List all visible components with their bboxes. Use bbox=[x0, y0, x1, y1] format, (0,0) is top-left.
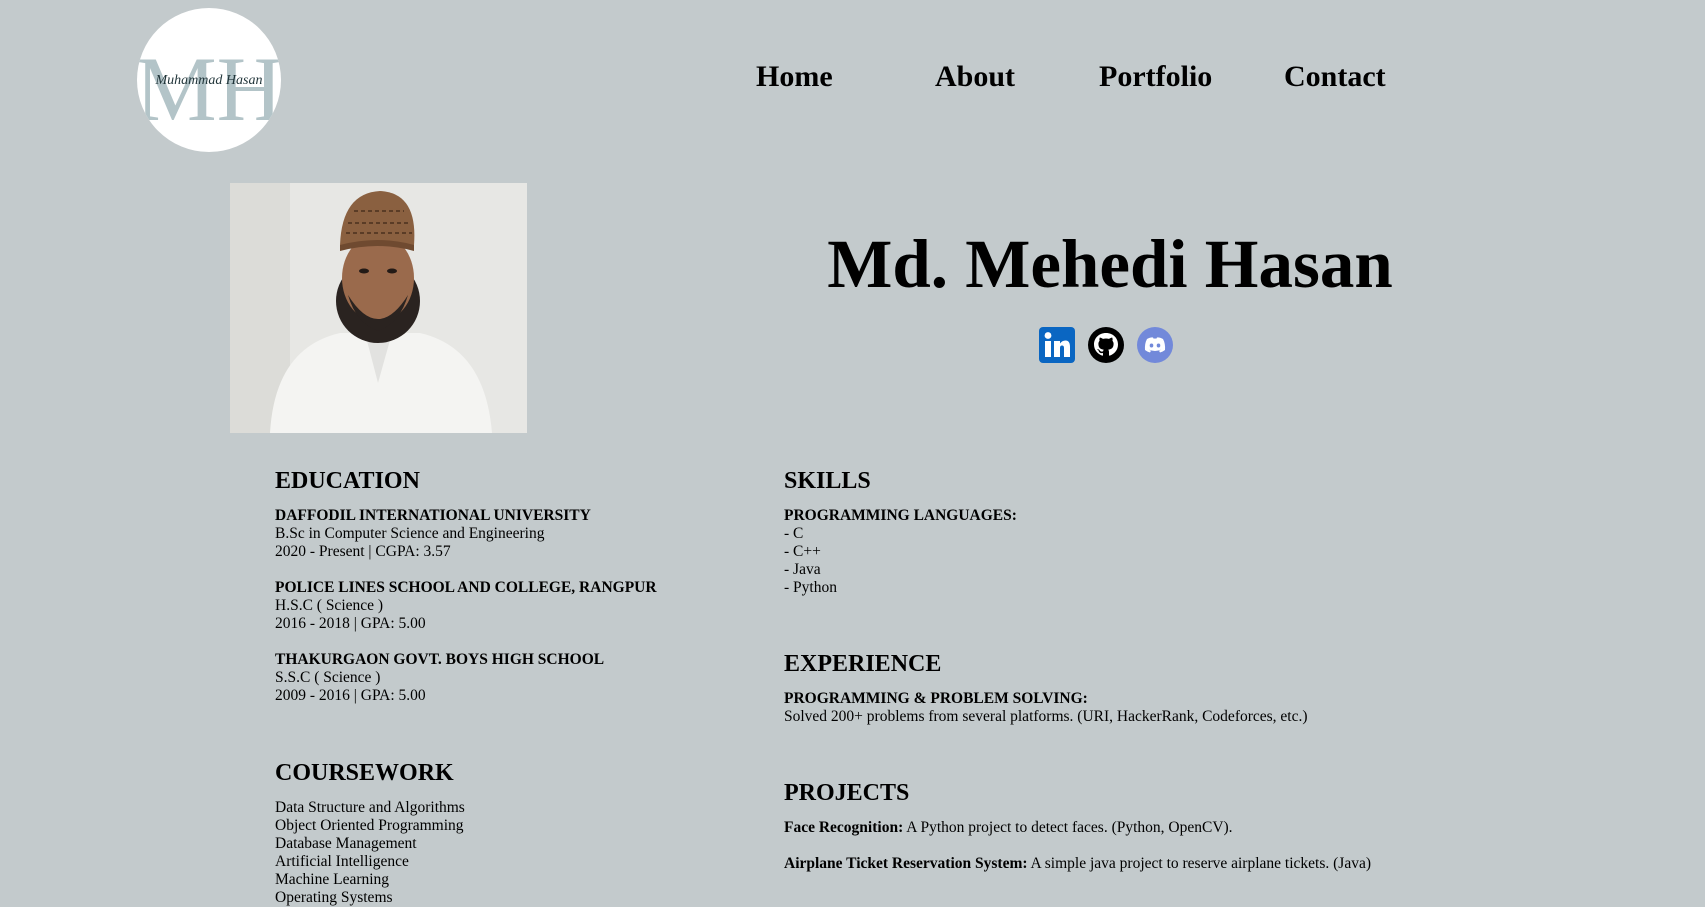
experience-subheading: PROGRAMMING & PROBLEM SOLVING: bbox=[784, 690, 1088, 707]
nav-portfolio-link[interactable]: Portfolio bbox=[1099, 60, 1212, 94]
education-period-score: 2020 - Present | CGPA: 3.57 bbox=[275, 543, 451, 560]
right-column: SKILLS PROGRAMMING LANGUAGES: - C - C++ … bbox=[784, 467, 1484, 891]
nav-home-link[interactable]: Home bbox=[756, 60, 833, 94]
main-nav: Home About Portfolio Contact bbox=[0, 60, 1705, 100]
project-title: Airplane Ticket Reservation System: bbox=[784, 855, 1028, 872]
skill-item: - Python bbox=[784, 579, 837, 596]
project-item: Face Recognition: A Python project to de… bbox=[784, 819, 1484, 837]
education-school: THAKURGAON GOVT. BOYS HIGH SCHOOL bbox=[275, 651, 605, 668]
profile-name: Md. Mehedi Hasan bbox=[827, 226, 1393, 302]
coursework-item: Operating Systems bbox=[275, 889, 393, 906]
coursework-heading: COURSEWORK bbox=[275, 760, 454, 786]
skill-item: - C bbox=[784, 525, 804, 542]
coursework-item: Machine Learning bbox=[275, 871, 390, 888]
discord-icon[interactable] bbox=[1136, 326, 1174, 364]
experience-heading: EXPERIENCE bbox=[784, 651, 942, 677]
education-school: DAFFODIL INTERNATIONAL UNIVERSITY bbox=[275, 507, 591, 524]
coursework-item: Object Oriented Programming bbox=[275, 817, 464, 834]
project-desc: A Python project to detect faces. (Pytho… bbox=[903, 819, 1233, 836]
skill-item: - Java bbox=[784, 561, 821, 578]
coursework-item: Database Management bbox=[275, 835, 417, 852]
education-period: 2020 - Present bbox=[275, 543, 365, 560]
skills-heading: SKILLS bbox=[784, 468, 871, 494]
nav-about-link[interactable]: About bbox=[935, 60, 1015, 94]
education-score: CGPA: 3.57 bbox=[375, 543, 451, 560]
education-entry: DAFFODIL INTERNATIONAL UNIVERSITY B.Sc i… bbox=[275, 507, 735, 561]
education-school: POLICE LINES SCHOOL AND COLLEGE, RANGPUR bbox=[275, 579, 657, 596]
education-period: 2009 - 2016 bbox=[275, 687, 350, 704]
education-entry: THAKURGAON GOVT. BOYS HIGH SCHOOL S.S.C … bbox=[275, 651, 735, 705]
education-score: GPA: 5.00 bbox=[360, 687, 426, 704]
education-score: GPA: 5.00 bbox=[360, 615, 426, 632]
project-title: Face Recognition: bbox=[784, 819, 904, 836]
projects-heading: PROJECTS bbox=[784, 780, 910, 806]
skills-subheading: PROGRAMMING LANGUAGES: bbox=[784, 507, 1017, 524]
profile-photo bbox=[230, 183, 527, 433]
nav-contact-link[interactable]: Contact bbox=[1284, 60, 1386, 94]
education-degree: H.S.C ( Science ) bbox=[275, 597, 384, 614]
education-entry: POLICE LINES SCHOOL AND COLLEGE, RANGPUR… bbox=[275, 579, 735, 633]
coursework-item: Artificial Intelligence bbox=[275, 853, 409, 870]
github-icon[interactable] bbox=[1087, 326, 1125, 364]
education-period-score: 2016 - 2018 | GPA: 5.00 bbox=[275, 615, 426, 632]
coursework-item: Data Structure and Algorithms bbox=[275, 799, 465, 816]
education-heading: EDUCATION bbox=[275, 468, 420, 494]
skill-item: - C++ bbox=[784, 543, 821, 560]
coursework-list: Data Structure and Algorithms Object Ori… bbox=[275, 799, 735, 907]
project-item: Airplane Ticket Reservation System: A si… bbox=[784, 855, 1484, 873]
education-period: 2016 - 2018 bbox=[275, 615, 350, 632]
project-desc: A simple java project to reserve airplan… bbox=[1027, 855, 1371, 872]
education-degree: S.S.C ( Science ) bbox=[275, 669, 381, 686]
left-column: EDUCATION DAFFODIL INTERNATIONAL UNIVERS… bbox=[275, 467, 735, 907]
linkedin-icon[interactable] bbox=[1038, 326, 1076, 364]
experience-text: Solved 200+ problems from several platfo… bbox=[784, 708, 1308, 725]
education-period-score: 2009 - 2016 | GPA: 5.00 bbox=[275, 687, 426, 704]
education-degree: B.Sc in Computer Science and Engineering bbox=[275, 525, 545, 542]
